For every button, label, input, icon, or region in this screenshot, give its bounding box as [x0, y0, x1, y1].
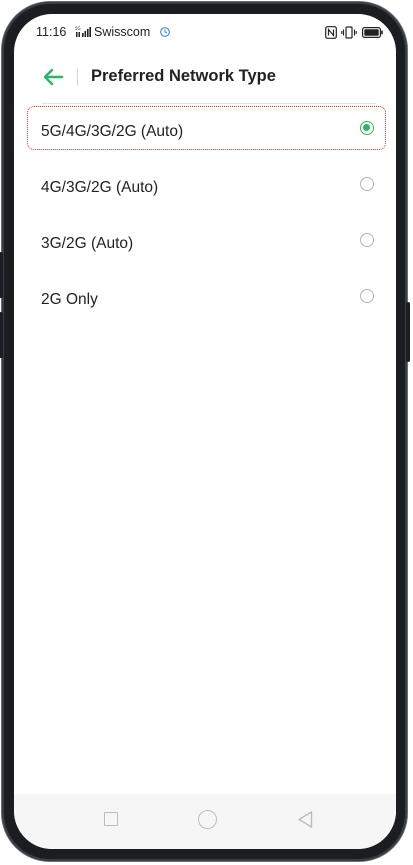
phone-frame: 11:16 5G Swisscom Preferred Network Type…	[0, 2, 410, 861]
arrow-left-icon[interactable]	[42, 67, 64, 87]
status-time: 11:16	[36, 25, 67, 39]
home-circle-icon[interactable]	[198, 810, 217, 829]
radio-button-checked[interactable]	[360, 121, 374, 135]
option-2g-only[interactable]: 2G Only	[14, 272, 396, 328]
screen: 11:16 5G Swisscom Preferred Network Type…	[14, 14, 396, 849]
radio-button[interactable]	[360, 289, 374, 303]
option-label: 4G/3G/2G (Auto)	[41, 179, 159, 196]
navigation-bar	[14, 794, 396, 849]
power-button	[406, 302, 410, 362]
signal-icon: 5G	[75, 26, 91, 37]
recents-square-icon[interactable]	[104, 812, 118, 826]
radio-button[interactable]	[360, 233, 374, 247]
option-label: 3G/2G (Auto)	[41, 235, 134, 252]
svg-text:5G: 5G	[75, 26, 81, 31]
vibrate-icon	[341, 26, 357, 39]
option-4g-3g-2g-auto[interactable]: 4G/3G/2G (Auto)	[14, 160, 396, 216]
nfc-icon	[325, 26, 337, 39]
option-3g-2g-auto[interactable]: 3G/2G (Auto)	[14, 216, 396, 272]
radio-button[interactable]	[360, 177, 374, 191]
option-label: 2G Only	[41, 291, 98, 308]
volume-button	[0, 252, 3, 298]
sync-icon	[160, 27, 170, 37]
battery-icon	[362, 27, 383, 38]
carrier-name: Swisscom	[94, 25, 151, 39]
option-5g-4g-3g-2g-auto[interactable]: 5G/4G/3G/2G (Auto)	[14, 104, 396, 160]
status-bar: 11:16 5G Swisscom	[14, 14, 396, 52]
app-header: Preferred Network Type	[14, 52, 396, 104]
volume-button-lower	[0, 312, 3, 358]
header-divider	[77, 69, 78, 86]
option-label: 5G/4G/3G/2G (Auto)	[41, 123, 184, 140]
back-triangle-icon[interactable]	[296, 810, 314, 829]
network-type-options: 5G/4G/3G/2G (Auto) 4G/3G/2G (Auto) 3G/2G…	[14, 104, 396, 328]
page-title: Preferred Network Type	[91, 67, 276, 85]
